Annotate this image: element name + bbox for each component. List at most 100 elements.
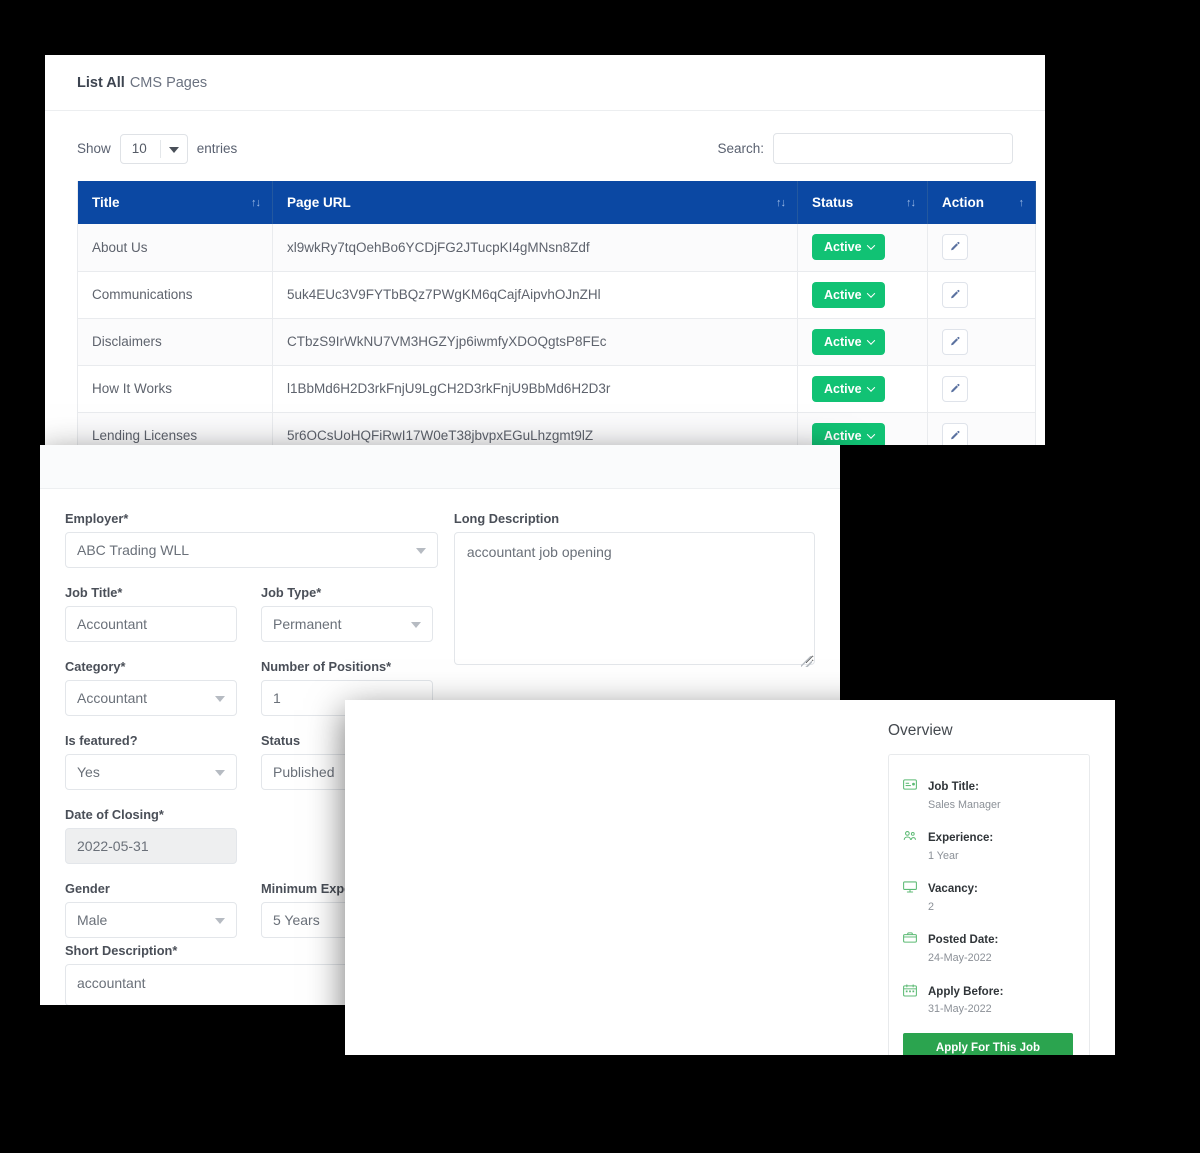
gender-select[interactable]: Male [65, 902, 237, 938]
sort-icon[interactable]: ↑↓ [251, 197, 261, 209]
cell-page-url: CTbzS9IrWkNU7VM3HGZYjp6iwmfyXDOQgtsP8FEc [272, 318, 798, 366]
category-select[interactable]: Accountant [65, 680, 237, 716]
composition-stage: List All CMS Pages Show 10 entries Searc… [0, 0, 1200, 1153]
overview-item-text: Vacancy: 2 [928, 879, 978, 915]
field-is-featured: Is featured? Yes [65, 733, 237, 790]
chevron-down-icon [215, 770, 225, 776]
select-divider [159, 139, 161, 158]
column-label: Status [812, 195, 854, 210]
status-label: Active [824, 240, 862, 255]
cell-status: Active [797, 271, 928, 319]
sort-icon[interactable]: ↑↓ [776, 197, 786, 209]
label-is-featured: Is featured? [65, 733, 138, 748]
is-featured-value: Yes [77, 764, 100, 780]
job-type-select[interactable]: Permanent [261, 606, 433, 642]
cell-title: How It Works [77, 365, 273, 413]
search-input[interactable] [773, 133, 1013, 164]
status-label: Active [824, 287, 862, 302]
overview-key: Experience: [928, 832, 994, 845]
overview-key: Apply Before: [928, 985, 1004, 998]
status-badge[interactable]: Active [812, 281, 885, 308]
chevron-down-icon [415, 548, 426, 554]
edit-button[interactable] [942, 234, 968, 261]
date-of-closing-input[interactable]: 2022-05-31 [65, 828, 237, 864]
field-employer: Employer* ABC Trading WLL [65, 511, 438, 568]
edit-button[interactable] [942, 328, 968, 355]
users-icon [903, 828, 918, 864]
long-description-wrapper [453, 532, 815, 670]
length-suffix-label: entries [196, 141, 238, 156]
edit-button[interactable] [942, 375, 968, 402]
field-job-title: Job Title* Accountant [65, 585, 237, 642]
overview-item-posted-date: Posted Date: 24-May-2022 [903, 930, 1073, 966]
column-header-action[interactable]: Action ↑ [927, 181, 1036, 224]
chevron-down-icon [866, 288, 875, 298]
overview-item-job-title: Job Title: Sales Manager [903, 777, 1073, 813]
label-number-of-positions: Number of Positions* [261, 659, 392, 674]
status-badge[interactable]: Active [812, 328, 885, 355]
column-label: Page URL [287, 195, 351, 210]
chevron-down-icon [866, 241, 875, 251]
chevron-down-icon [866, 335, 875, 345]
cms-pages-table: Title ↑↓ Page URL ↑↓ Status ↑↓ Action ↑ [77, 181, 1036, 445]
page-title-strong: List All [77, 74, 125, 91]
job-overview-panel: Overview Job Title: Sales Manager Experi… [345, 700, 1115, 1055]
chevron-down-icon [411, 622, 421, 628]
overview-title: Overview [888, 722, 953, 739]
edit-button[interactable] [942, 422, 968, 445]
cell-action [927, 412, 1036, 445]
label-job-type: Job Type* [261, 585, 322, 600]
cell-status: Active [797, 224, 928, 272]
cell-title: Communications [77, 271, 273, 319]
date-of-closing-value: 2022-05-31 [77, 838, 149, 854]
gender-value: Male [77, 912, 108, 928]
long-description-textarea[interactable] [453, 532, 815, 665]
overview-item-text: Job Title: Sales Manager [928, 777, 1001, 813]
overview-value: 24-May-2022 [928, 951, 992, 964]
chevron-down-icon [866, 429, 875, 439]
overview-key: Job Title: [928, 781, 979, 793]
calendar-icon [903, 982, 918, 1018]
apply-for-this-job-button[interactable]: Apply For This Job [903, 1032, 1073, 1055]
status-badge[interactable]: Active [812, 375, 885, 402]
sort-icon[interactable]: ↑ [1019, 197, 1024, 209]
monitor-icon [903, 879, 918, 915]
cell-title: About Us [77, 224, 273, 272]
overview-item-experience: Experience: 1 Year [903, 828, 1073, 864]
entries-value: 10 [131, 141, 147, 156]
cell-action [927, 224, 1036, 272]
employer-select[interactable]: ABC Trading WLL [65, 532, 438, 568]
status-badge[interactable]: Active [812, 234, 885, 261]
is-featured-select[interactable]: Yes [65, 754, 237, 790]
form-panel-header [40, 445, 840, 489]
pencil-icon [951, 336, 960, 345]
cell-action [927, 318, 1036, 366]
form-row-employer: Employer* ABC Trading WLL [65, 511, 438, 568]
sort-icon[interactable]: ↑↓ [906, 197, 916, 209]
field-date-of-closing: Date of Closing* 2022-05-31 [65, 807, 237, 864]
overview-item-apply-before: Apply Before: 31-May-2022 [903, 982, 1073, 1018]
label-employer: Employer* [65, 511, 129, 526]
column-header-status[interactable]: Status ↑↓ [797, 181, 928, 224]
cell-status: Active [797, 412, 928, 445]
field-long-description: Long Description [453, 511, 815, 670]
job-title-input[interactable]: Accountant [65, 606, 237, 642]
cell-status: Active [797, 365, 928, 413]
overview-item-text: Posted Date: 24-May-2022 [928, 930, 998, 966]
cell-action [927, 365, 1036, 413]
datatable-controls: Show 10 entries Search: [45, 111, 1045, 178]
cms-pages-panel: List All CMS Pages Show 10 entries Searc… [45, 55, 1045, 445]
search-label: Search: [717, 141, 764, 156]
edit-button[interactable] [942, 281, 968, 308]
briefcase-icon [903, 930, 918, 966]
column-header-title[interactable]: Title ↑↓ [77, 181, 273, 224]
positions-value: 1 [273, 690, 281, 706]
cell-action [927, 271, 1036, 319]
entries-per-page-select[interactable]: 10 [119, 133, 188, 164]
status-badge[interactable]: Active [812, 422, 885, 445]
column-header-page-url[interactable]: Page URL ↑↓ [272, 181, 798, 224]
resize-handle-icon[interactable] [801, 656, 812, 667]
table-body: About Us xl9wkRy7tqOehBo6YCDjFG2JTucpKI4… [77, 224, 1036, 445]
chevron-down-icon [866, 382, 875, 392]
label-gender: Gender [65, 881, 110, 896]
